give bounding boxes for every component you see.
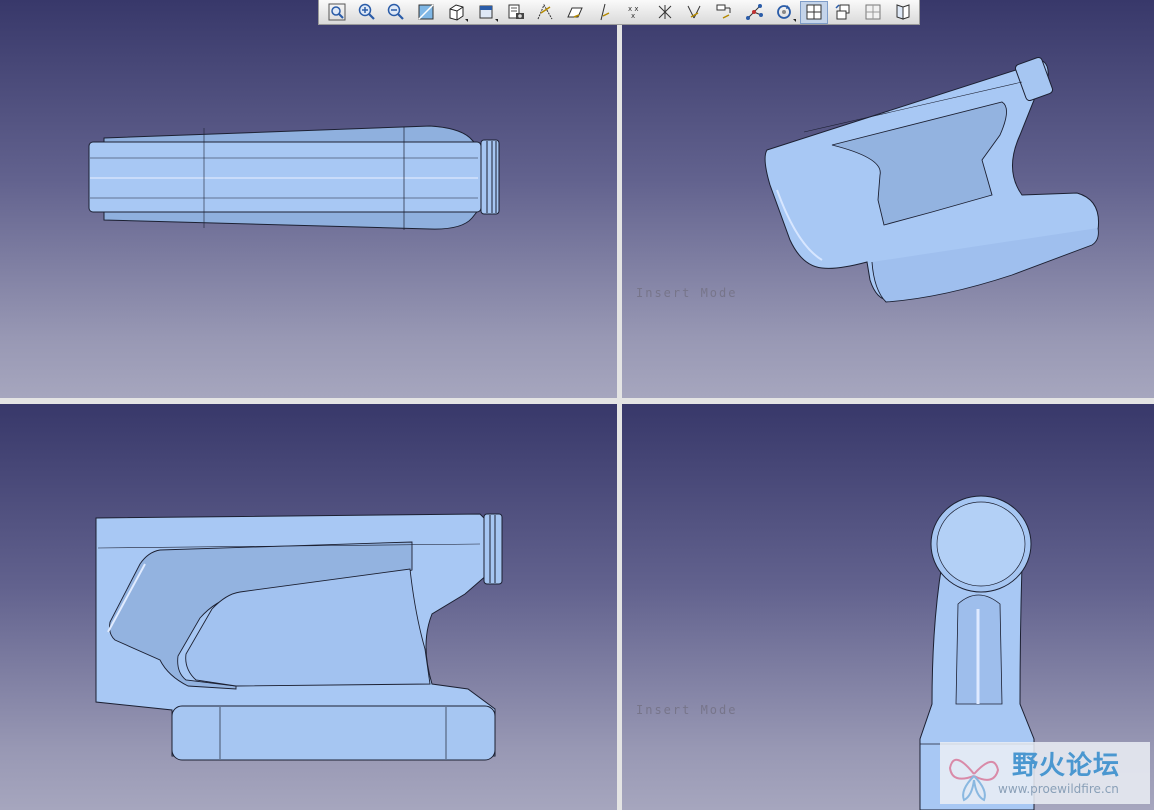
model-front-view [95, 513, 503, 761]
zoom-out-button[interactable] [383, 1, 411, 24]
point-toggle-button[interactable]: x xx [621, 1, 649, 24]
hide-show-button[interactable] [532, 1, 560, 24]
book-view-icon [896, 4, 910, 20]
multi-viewport-workspace: Insert Mode Insert Mode x x x 野火论坛 www.p… [0, 0, 1154, 810]
viewport-isometric-view[interactable]: Insert Mode [622, 0, 1154, 398]
shading-mode-button[interactable] [472, 1, 500, 24]
book-view-button[interactable] [889, 1, 917, 24]
single-view-button[interactable] [859, 1, 887, 24]
model-top-view [88, 125, 500, 230]
mode-label: Insert Mode [636, 286, 738, 300]
normal-view-button[interactable] [412, 1, 440, 24]
csys-toggle-button[interactable] [681, 1, 709, 24]
rotate-view-icon [776, 5, 791, 19]
quick-view-cube-icon [449, 4, 464, 21]
csys-toggle-icon [688, 5, 701, 19]
viewport-top-view[interactable] [0, 0, 617, 398]
plane-toggle-icon [600, 3, 610, 21]
shading-mode-icon [479, 5, 493, 19]
hide-show-icon [538, 3, 553, 20]
multi-view-icon [806, 4, 822, 20]
butterfly-logo-icon [948, 758, 1000, 802]
multi-view-button[interactable] [799, 0, 828, 24]
annotation-toggle-icon [716, 4, 731, 19]
axis-toggle-icon [658, 5, 672, 19]
spin-center-button[interactable] [740, 1, 768, 24]
swap-space-button[interactable] [561, 1, 589, 24]
tile-views-button[interactable] [830, 1, 858, 24]
axis-toggle-button[interactable] [651, 1, 679, 24]
capture-button[interactable] [502, 1, 530, 24]
point-toggle-icon: x xx [628, 5, 639, 20]
zoom-in-icon [358, 3, 375, 20]
mode-label: Insert Mode [636, 703, 738, 717]
model-isometric-view [764, 56, 1100, 303]
rotate-view-button[interactable] [770, 1, 798, 24]
normal-view-icon [418, 4, 434, 20]
zoom-out-icon [388, 3, 405, 20]
capture-icon [508, 4, 524, 19]
zoom-in-button[interactable] [353, 1, 381, 24]
watermark-title: 野火论坛 [1012, 751, 1121, 781]
forum-watermark: 野火论坛 www.proewildfire.cn [940, 742, 1150, 804]
quick-view-button[interactable] [442, 1, 470, 24]
viewport-front-view[interactable] [0, 404, 617, 810]
tile-views-icon [835, 4, 850, 20]
view-toolbar: x xx [318, 0, 920, 25]
svg-text:x: x [631, 12, 635, 20]
annotation-toggle-button[interactable] [710, 1, 738, 24]
plane-toggle-button[interactable] [591, 1, 619, 24]
zoom-fit-icon [328, 3, 346, 21]
watermark-url: www.proewildfire.cn [998, 782, 1119, 796]
zoom-fit-button[interactable] [323, 1, 351, 24]
spin-center-icon [746, 4, 764, 20]
single-view-icon [865, 4, 881, 20]
swap-visible-space-icon [567, 7, 584, 18]
